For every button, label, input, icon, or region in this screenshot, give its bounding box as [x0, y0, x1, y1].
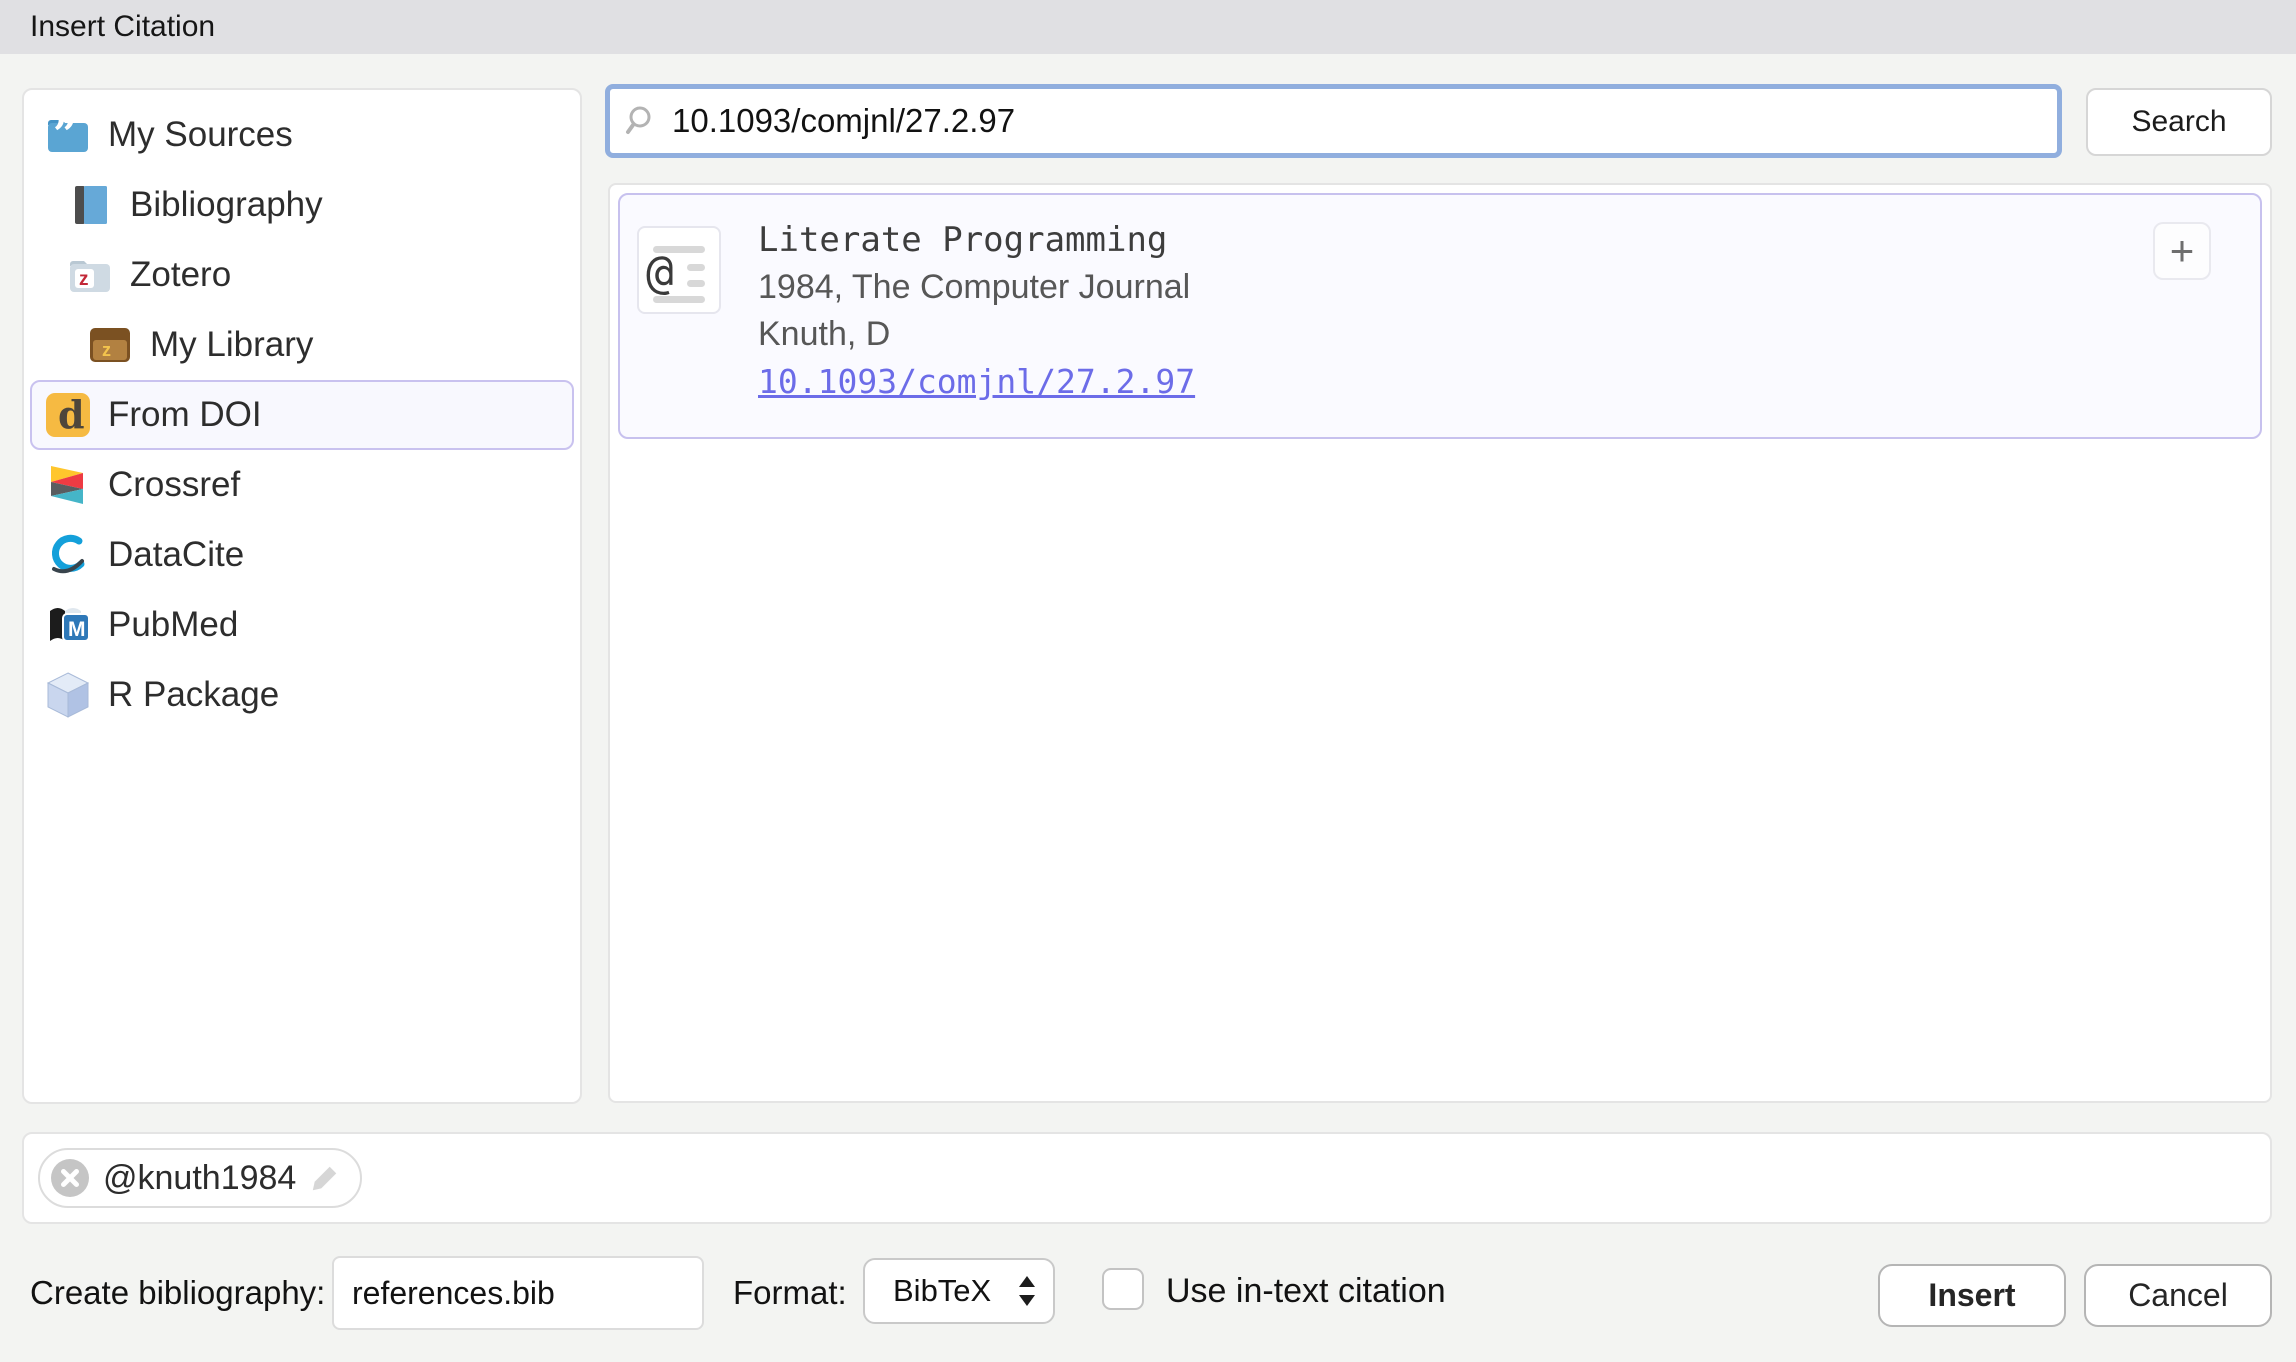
sidebar-item-label: R Package [108, 675, 279, 715]
bibliography-file-input[interactable] [332, 1256, 704, 1330]
doi-link[interactable]: 10.1093/comjnl/27.2.97 [758, 358, 1195, 405]
svg-text:z: z [102, 340, 111, 360]
svg-text:z: z [79, 269, 89, 290]
sidebar-item-label: My Sources [108, 115, 293, 155]
sidebar-item-my-sources[interactable]: ” My Sources [30, 100, 574, 170]
search-icon [624, 104, 658, 138]
sidebar-item-pubmed[interactable]: M PubMed [30, 590, 574, 660]
result-meta: 1984, The Computer Journal [758, 264, 1195, 311]
search-button[interactable]: Search [2086, 88, 2272, 156]
dialog-title: Insert Citation [30, 10, 215, 44]
add-citation-button[interactable]: + [2153, 222, 2211, 280]
use-intext-checkbox[interactable] [1102, 1268, 1144, 1310]
crossref-icon [44, 461, 92, 509]
sidebar-item-label: My Library [150, 325, 313, 365]
format-select[interactable]: BibTeX [863, 1258, 1055, 1324]
format-select-value: BibTeX [893, 1273, 991, 1309]
result-authors: Knuth, D [758, 311, 1195, 358]
sidebar-item-zotero[interactable]: z Zotero [30, 240, 574, 310]
datacite-icon [44, 531, 92, 579]
svg-text:”: ” [53, 115, 77, 155]
select-arrows-icon [1017, 1273, 1037, 1309]
use-intext-label: Use in-text citation [1166, 1272, 1446, 1311]
svg-text:M: M [68, 618, 86, 641]
search-input[interactable] [670, 91, 2057, 151]
sidebar-item-label: From DOI [108, 395, 262, 435]
pubmed-icon: M [44, 601, 92, 649]
citation-entry-icon: @ [637, 226, 721, 314]
sidebar-item-from-doi[interactable]: d From DOI [30, 380, 574, 450]
sidebar-item-crossref[interactable]: Crossref [30, 450, 574, 520]
search-results-panel: @ Literate Programming 1984, The Compute… [608, 183, 2272, 1103]
sidebar-item-label: Zotero [130, 255, 231, 295]
result-title: Literate Programming [758, 217, 1195, 264]
sidebar-item-r-package[interactable]: R Package [30, 660, 574, 730]
doi-search-box [605, 84, 2062, 158]
format-label: Format: [733, 1274, 847, 1312]
zotero-icon: z [66, 251, 114, 299]
insert-citation-dialog: Insert Citation ” My Sources Bibliograph… [0, 0, 2296, 1362]
citation-chip[interactable]: @knuth1984 [38, 1148, 362, 1208]
from-doi-icon: d [44, 391, 92, 439]
sidebar-item-label: PubMed [108, 605, 238, 645]
cancel-button[interactable]: Cancel [2084, 1264, 2272, 1327]
my-library-icon: z [86, 321, 134, 369]
create-bibliography-label: Create bibliography: [30, 1274, 325, 1312]
sidebar-item-bibliography[interactable]: Bibliography [30, 170, 574, 240]
sidebar-item-datacite[interactable]: DataCite [30, 520, 574, 590]
dialog-titlebar: Insert Citation [0, 0, 2296, 54]
sidebar-item-label: DataCite [108, 535, 244, 575]
search-result-item[interactable]: @ Literate Programming 1984, The Compute… [618, 193, 2262, 439]
insert-button[interactable]: Insert [1878, 1264, 2066, 1327]
r-package-icon [44, 671, 92, 719]
edit-citation-icon[interactable] [310, 1163, 340, 1193]
svg-text:d: d [58, 392, 85, 437]
sidebar-item-label: Bibliography [130, 185, 323, 225]
result-details: Literate Programming 1984, The Computer … [758, 217, 1195, 405]
bibliography-icon [66, 181, 114, 229]
my-sources-icon: ” [44, 111, 92, 159]
selected-citations-bar: @knuth1984 [22, 1132, 2272, 1224]
sources-sidebar: ” My Sources Bibliography z [22, 88, 582, 1104]
sidebar-item-my-library[interactable]: z My Library [30, 310, 574, 380]
remove-citation-button[interactable] [51, 1159, 89, 1197]
citation-id: @knuth1984 [103, 1159, 296, 1198]
sidebar-item-label: Crossref [108, 465, 240, 505]
